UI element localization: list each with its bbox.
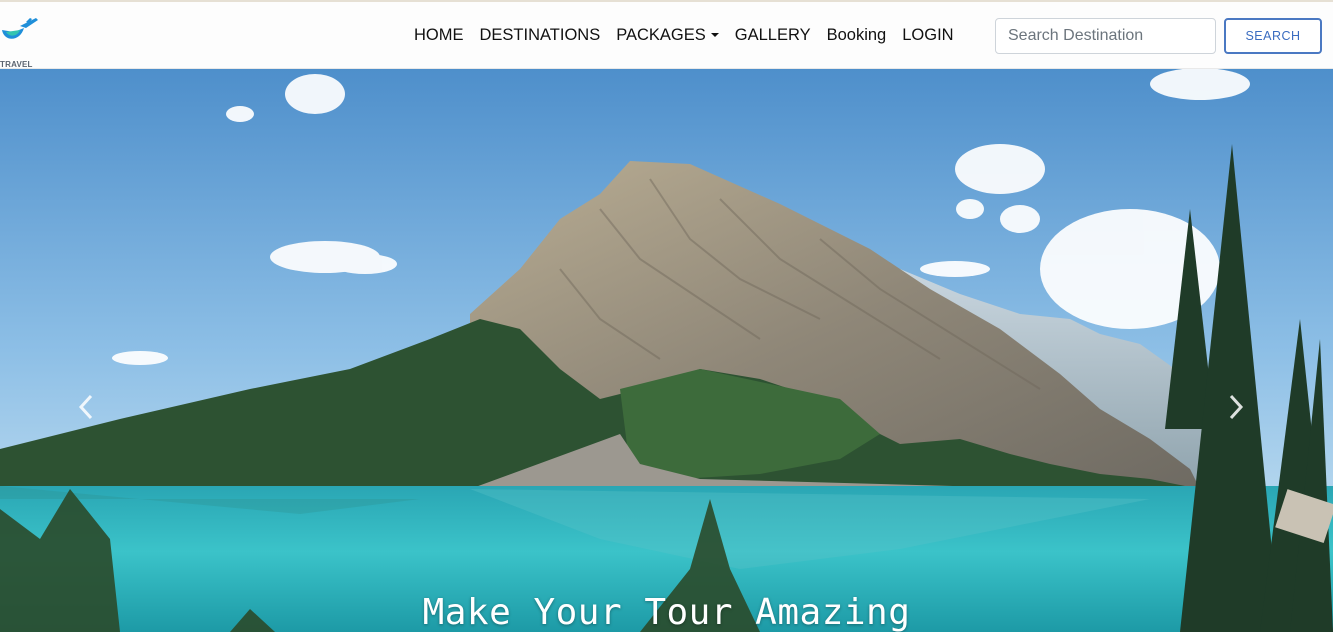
search-button[interactable]: SEARCH [1224,18,1322,54]
plane-logo-icon [2,18,38,39]
search-input[interactable] [995,18,1216,54]
nav-item-destinations[interactable]: DESTINATIONS [472,24,609,46]
brand-name: TRAVEL [0,60,33,69]
chevron-right-icon [1229,394,1244,420]
carousel-next-button[interactable] [1216,387,1256,427]
nav-item-login[interactable]: LOGIN [894,24,961,46]
carousel-prev-button[interactable] [66,387,106,427]
nav-item-gallery[interactable]: GALLERY [727,24,819,46]
nav-item-home[interactable]: HOME [406,24,472,46]
caret-down-icon [710,33,719,37]
hero-carousel: Make Your Tour Amazing [0,69,1333,632]
hero-caption: Make Your Tour Amazing [422,592,911,632]
hero-landscape-image [0,69,1333,632]
nav-item-booking[interactable]: Booking [819,24,895,46]
nav-links: HOME DESTINATIONS PACKAGES GALLERY Booki… [406,24,962,46]
chevron-left-icon [78,394,93,420]
navbar: TRAVEL HOME DESTINATIONS PACKAGES GALLER… [0,2,1333,69]
brand-logo[interactable]: TRAVEL [0,16,40,69]
nav-item-packages-label: PACKAGES [616,26,706,44]
nav-item-packages-dropdown[interactable]: PACKAGES [608,24,727,46]
